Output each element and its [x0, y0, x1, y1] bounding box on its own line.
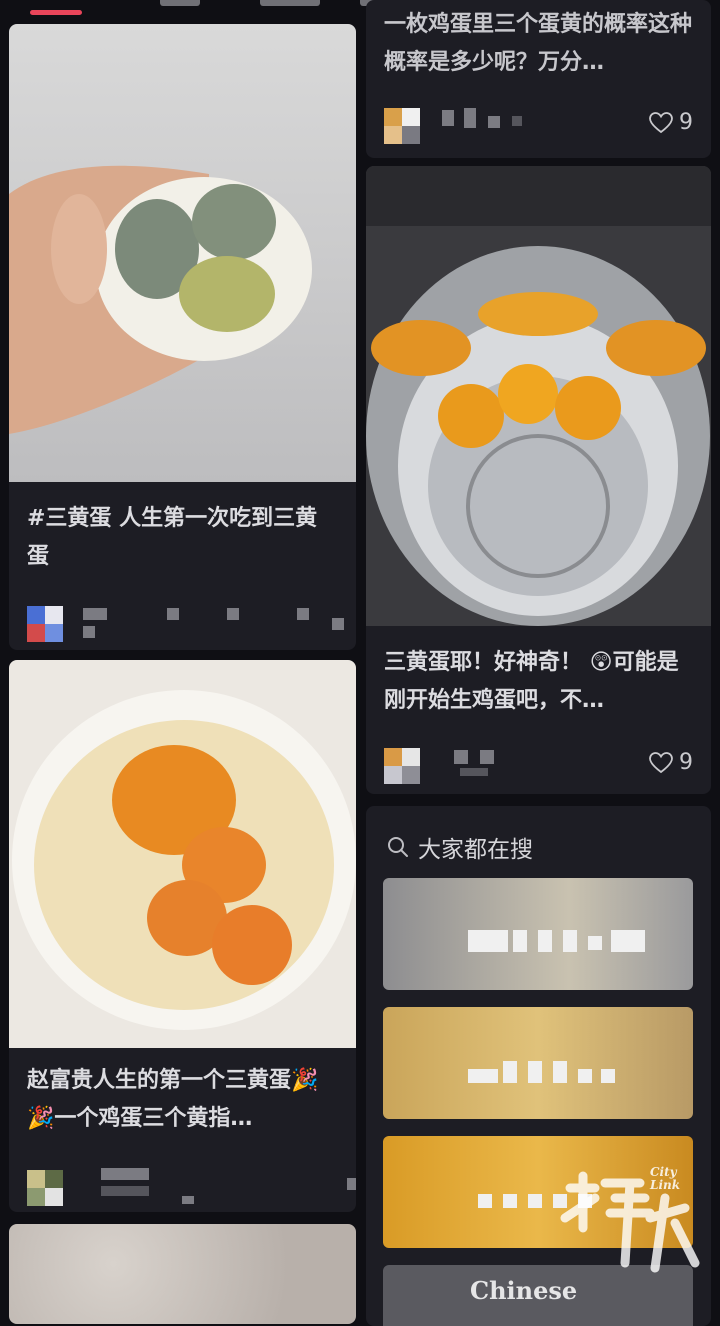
- search-suggestion[interactable]: [383, 878, 693, 990]
- search-header[interactable]: 大家都在搜: [386, 830, 533, 864]
- photo-3[interactable]: [9, 1224, 356, 1324]
- card-title[interactable]: #三黄蛋 人生第一次吃到三黄蛋: [27, 500, 338, 576]
- feed-card[interactable]: #三黄蛋 人生第一次吃到三黄蛋: [9, 24, 356, 650]
- feed-card[interactable]: 三黄蛋耶！好神奇！ 😲可能是刚开始生鸡蛋吧，不… 9: [366, 166, 711, 794]
- avatar[interactable]: [384, 748, 420, 784]
- like-count[interactable]: 9: [649, 750, 693, 775]
- egg-photo-2[interactable]: [9, 660, 356, 1048]
- tab-stub[interactable]: [160, 0, 200, 6]
- card-title[interactable]: 三黄蛋耶！好神奇！ 😲可能是刚开始生鸡蛋吧，不…: [384, 644, 693, 720]
- egg-photo-1[interactable]: [9, 24, 356, 482]
- egg-bowl-photo[interactable]: [366, 166, 711, 626]
- search-suggestion[interactable]: [383, 1007, 693, 1119]
- avatar[interactable]: [384, 108, 420, 144]
- feed-card[interactable]: 赵富贵人生的第一个三黄蛋🎉🎉一个鸡蛋三个黄指…: [9, 660, 356, 1212]
- avatar[interactable]: [27, 1170, 63, 1206]
- card-author[interactable]: [27, 1166, 356, 1206]
- like-count-value: 9: [679, 110, 693, 135]
- search-icon: [388, 837, 408, 857]
- card-title[interactable]: 一枚鸡蛋里三个蛋黄的概率这种概率是多少呢？万分…: [384, 6, 693, 82]
- like-count[interactable]: 9: [649, 110, 693, 135]
- like-count-value: 9: [679, 750, 693, 775]
- feed-card[interactable]: [9, 1224, 356, 1324]
- active-tab-indicator: [30, 10, 82, 15]
- card-author[interactable]: [27, 602, 344, 642]
- watermark-brand: Chinese: [470, 1276, 578, 1305]
- heart-icon: [649, 111, 673, 133]
- watermark-logo-icon: [560, 1171, 700, 1273]
- feed-card[interactable]: 一枚鸡蛋里三个蛋黄的概率这种概率是多少呢？万分… 9: [366, 0, 711, 158]
- heart-icon: [649, 751, 673, 773]
- avatar[interactable]: [27, 606, 63, 642]
- search-header-label: 大家都在搜: [418, 837, 533, 863]
- tab-stub[interactable]: [260, 0, 320, 6]
- card-title[interactable]: 赵富贵人生的第一个三黄蛋🎉🎉一个鸡蛋三个黄指…: [27, 1062, 338, 1138]
- card-author[interactable]: 9: [384, 744, 693, 784]
- card-author[interactable]: 9: [384, 104, 693, 144]
